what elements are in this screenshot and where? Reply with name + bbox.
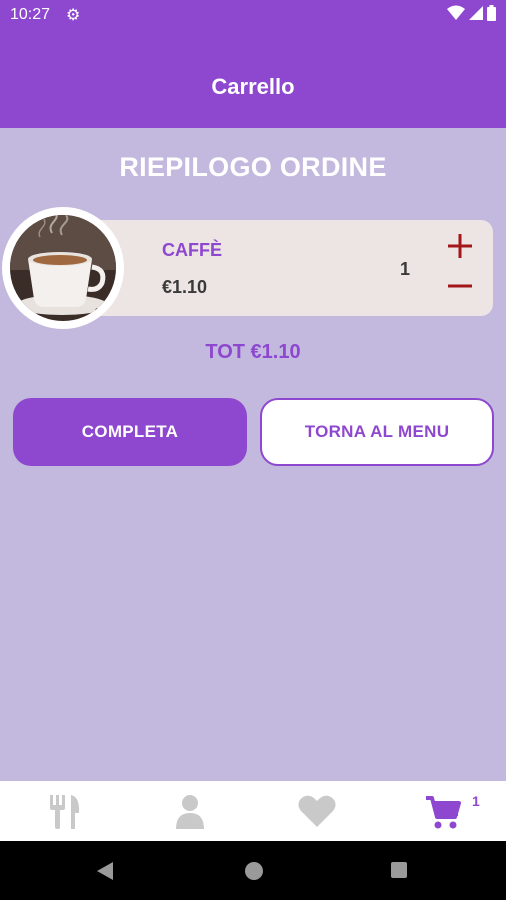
decrease-quantity-button[interactable] (446, 272, 474, 300)
bottom-nav (0, 781, 506, 841)
fork-knife-icon (50, 795, 80, 829)
page-title: Carrello (211, 74, 295, 99)
status-icons (447, 5, 496, 21)
increase-quantity-button[interactable] (446, 232, 474, 260)
cart-icon (426, 796, 461, 829)
home-nav-button[interactable] (244, 861, 264, 886)
back-triangle-icon (97, 862, 113, 880)
nav-cart[interactable] (424, 793, 464, 831)
nav-menu[interactable] (46, 793, 86, 831)
back-to-menu-button[interactable]: TORNA AL MENU (260, 398, 494, 466)
battery-icon (487, 5, 496, 21)
home-circle-icon (245, 862, 263, 880)
item-image (2, 207, 124, 329)
complete-button[interactable]: COMPLETA (13, 398, 247, 466)
item-price: €1.10 (162, 277, 208, 297)
coffee-cup-icon (10, 215, 116, 321)
cart-badge: 1 (472, 793, 480, 809)
minus-icon (448, 284, 472, 288)
signal-icon (469, 6, 483, 20)
nav-favorites[interactable] (297, 793, 337, 831)
status-time: 10:27 (10, 6, 51, 23)
recents-square-icon (391, 862, 407, 878)
heart-icon (298, 795, 336, 827)
order-summary-title: RIEPILOGO ORDINE (119, 152, 387, 182)
recents-nav-button[interactable] (390, 861, 408, 884)
back-nav-button[interactable] (96, 861, 114, 886)
user-icon (176, 795, 204, 829)
order-total: TOT €1.10 (205, 341, 301, 363)
item-name: CAFFÈ (162, 240, 222, 260)
status-bar: 10:27 ⚙ (0, 0, 506, 30)
wifi-icon (447, 5, 465, 20)
app-bar: Carrello (0, 30, 506, 128)
nav-profile[interactable] (170, 793, 210, 831)
system-nav-bar (0, 841, 506, 900)
plus-icon (448, 234, 472, 258)
item-quantity: 1 (400, 259, 411, 279)
settings-icon: ⚙ (66, 7, 81, 24)
